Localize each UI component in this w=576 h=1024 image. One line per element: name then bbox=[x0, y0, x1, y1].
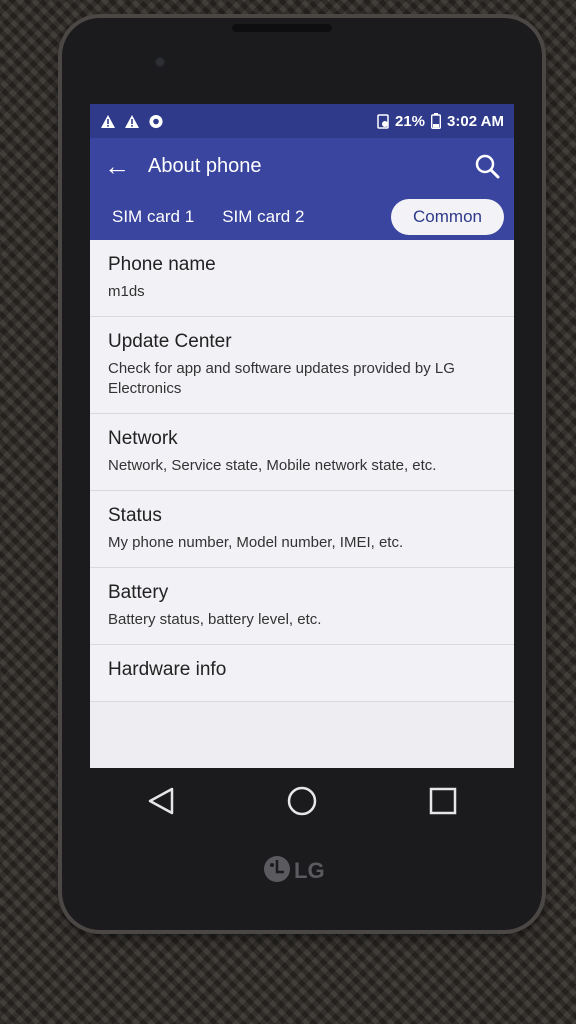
tab-sim-card-2[interactable]: SIM card 2 bbox=[210, 199, 316, 235]
search-icon[interactable] bbox=[474, 153, 500, 179]
status-time: 3:02 AM bbox=[447, 112, 504, 130]
recents-nav-button[interactable] bbox=[421, 779, 465, 823]
triangle-back-icon bbox=[148, 787, 173, 815]
back-arrow-icon[interactable]: ← bbox=[104, 151, 130, 182]
lg-logo: LG bbox=[264, 856, 325, 883]
brand-text: LG bbox=[294, 858, 325, 883]
tab-sim-card-1[interactable]: SIM card 1 bbox=[100, 199, 206, 235]
warning-icon bbox=[101, 114, 115, 128]
list-item-update-center[interactable]: Update Center Check for app and software… bbox=[90, 317, 514, 414]
item-title: Battery bbox=[108, 582, 169, 603]
item-title: Status bbox=[108, 505, 162, 526]
earpiece bbox=[232, 24, 332, 32]
item-title: Network bbox=[108, 428, 178, 449]
list-item-battery[interactable]: Battery Battery status, battery level, e… bbox=[90, 568, 514, 645]
home-nav-button[interactable] bbox=[280, 779, 324, 823]
list-item-phone-name[interactable]: Phone name m1ds bbox=[90, 240, 514, 317]
list-item-hardware-info[interactable]: Hardware info bbox=[90, 645, 514, 702]
item-subtitle: Network, Service state, Mobile network s… bbox=[108, 457, 437, 474]
list-item-network[interactable]: Network Network, Service state, Mobile n… bbox=[90, 414, 514, 491]
battery-saver-icon bbox=[377, 114, 389, 129]
notification-icon bbox=[149, 114, 163, 128]
battery-percentage: 21% bbox=[395, 112, 426, 130]
square-recents-icon bbox=[430, 787, 457, 815]
list-item-status[interactable]: Status My phone number, Model number, IM… bbox=[90, 491, 514, 568]
page-title: About phone bbox=[148, 154, 262, 177]
phone-device: 21% 3:02 AM ← About phone SIM card 1 SIM… bbox=[62, 18, 542, 930]
tab-bar: SIM card 1 SIM card 2 Common bbox=[90, 194, 514, 240]
item-title: Phone name bbox=[108, 254, 216, 275]
item-subtitle: My phone number, Model number, IMEI, etc… bbox=[108, 534, 404, 551]
item-title: Hardware info bbox=[108, 659, 227, 680]
battery-icon bbox=[431, 113, 442, 129]
status-bar: 21% 3:02 AM bbox=[90, 104, 514, 138]
item-title: Update Center bbox=[108, 331, 232, 352]
front-camera bbox=[154, 56, 166, 68]
warning-icon bbox=[125, 114, 139, 128]
item-subtitle: m1ds bbox=[108, 283, 145, 300]
item-subtitle: Battery status, battery level, etc. bbox=[108, 611, 322, 628]
item-subtitle: Check for app and software updates provi… bbox=[108, 360, 455, 397]
app-bar: ← About phone bbox=[90, 138, 514, 194]
screen: 21% 3:02 AM ← About phone SIM card 1 SIM… bbox=[90, 104, 514, 768]
navigation-bar bbox=[90, 768, 514, 834]
settings-list: Phone name m1ds Update Center Check for … bbox=[90, 240, 514, 702]
tab-common[interactable]: Common bbox=[391, 199, 504, 235]
circle-home-icon bbox=[287, 786, 317, 816]
back-nav-button[interactable] bbox=[139, 779, 183, 823]
